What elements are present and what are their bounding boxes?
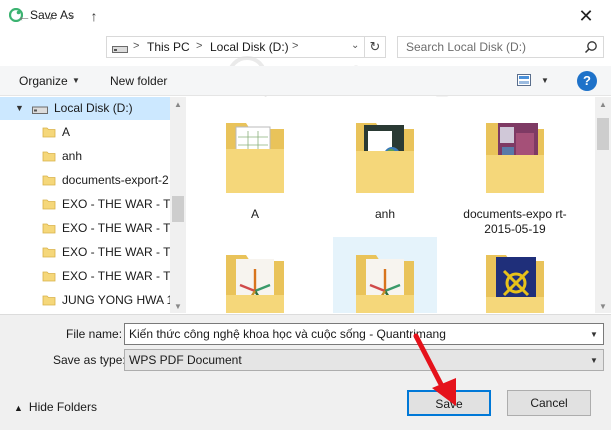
search-icon[interactable] bbox=[584, 40, 598, 54]
sidebar-item-folder[interactable]: EXO - THE WAR - TH bbox=[0, 241, 170, 264]
close-icon[interactable]: ✕ bbox=[566, 4, 606, 28]
help-icon[interactable]: ? bbox=[577, 71, 597, 91]
sidebar-item-label: documents-export-2 bbox=[62, 173, 169, 187]
folder-icon bbox=[42, 127, 56, 138]
cancel-button[interactable]: Cancel bbox=[507, 390, 591, 416]
sidebar-item-folder[interactable]: EXO - THE WAR - Th bbox=[0, 193, 170, 216]
address-dropdown-icon[interactable]: ⌄ bbox=[351, 40, 359, 51]
change-view-icon[interactable] bbox=[517, 74, 531, 86]
breadcrumb-separator: > bbox=[292, 40, 299, 52]
hide-folders-toggle[interactable]: ▲ Hide Folders bbox=[14, 400, 97, 414]
sidebar-item-local-disk[interactable]: ▼ Local Disk (D:) bbox=[0, 97, 170, 120]
sidebar-scroll-thumb[interactable] bbox=[172, 196, 184, 222]
folder-icon bbox=[42, 247, 56, 258]
new-folder-button[interactable]: New folder bbox=[110, 74, 167, 88]
folder-tile[interactable] bbox=[463, 237, 567, 313]
folder-label: documents-expo rt-2015-05-19 bbox=[463, 207, 567, 236]
file-list-scroll-thumb[interactable] bbox=[597, 118, 609, 150]
forward-arrow-icon[interactable]: → bbox=[40, 7, 56, 25]
scroll-up-arrow-icon[interactable]: ▲ bbox=[171, 100, 185, 109]
sidebar-item-label: Local Disk (D:) bbox=[54, 101, 133, 115]
folder-tile-anh[interactable]: anh bbox=[333, 105, 437, 225]
scroll-down-arrow-icon[interactable]: ▼ bbox=[171, 302, 185, 311]
scroll-down-arrow-icon[interactable]: ▼ bbox=[596, 302, 610, 311]
sidebar-item-label: JUNG YONG HWA 1! bbox=[62, 293, 170, 307]
expand-chevron-icon[interactable]: ▼ bbox=[15, 103, 24, 113]
folder-icon bbox=[42, 151, 56, 162]
drive-icon bbox=[32, 106, 48, 114]
organize-button[interactable]: Organize bbox=[19, 74, 68, 88]
save-as-type-label: Save as type: bbox=[53, 353, 126, 367]
sidebar-item-label: EXO - THE WAR - TH bbox=[62, 221, 170, 235]
search-placeholder: Search Local Disk (D:) bbox=[406, 40, 527, 54]
folder-icon bbox=[42, 175, 56, 186]
folder-icon bbox=[486, 123, 544, 193]
folder-tile-a[interactable]: A bbox=[203, 105, 307, 225]
folder-icon bbox=[486, 255, 544, 313]
folder-icon bbox=[42, 199, 56, 210]
folder-icon bbox=[356, 123, 414, 193]
folder-icon bbox=[226, 123, 284, 193]
pc-drive-icon bbox=[112, 46, 128, 53]
folder-icon bbox=[226, 255, 284, 313]
sidebar-item-label: A bbox=[62, 125, 71, 139]
save-button[interactable]: Save bbox=[407, 390, 491, 416]
sidebar-item-folder[interactable]: EXO - THE WAR - TH bbox=[0, 217, 170, 240]
file-name-label: File name: bbox=[66, 327, 123, 341]
breadcrumb-separator: > bbox=[133, 40, 140, 52]
sidebar-item-folder[interactable]: JUNG YONG HWA 1! bbox=[0, 289, 170, 312]
folder-tile[interactable] bbox=[203, 237, 307, 313]
folder-tile-documents-export[interactable]: documents-expo rt-2015-05-19 bbox=[463, 105, 567, 236]
folder-icon bbox=[42, 271, 56, 282]
recent-locations-icon[interactable]: ⌄ bbox=[64, 7, 80, 25]
sidebar-item-folder[interactable]: anh bbox=[0, 145, 170, 168]
navigation-pane: ▼ Local Disk (D:) A anh documents-export… bbox=[0, 97, 186, 313]
folder-tile[interactable] bbox=[333, 237, 437, 313]
folder-icon bbox=[42, 295, 56, 306]
folder-label: anh bbox=[374, 207, 396, 221]
file-name-input[interactable]: Kiến thức công nghệ khoa học và cuộc sốn… bbox=[124, 323, 604, 345]
organize-caret-icon[interactable]: ▼ bbox=[72, 76, 80, 85]
sidebar-item-label: anh bbox=[62, 149, 83, 163]
folder-icon bbox=[356, 255, 414, 313]
sidebar-item-folder[interactable]: A bbox=[0, 121, 170, 144]
sidebar-item-label: EXO - THE WAR - TH bbox=[62, 269, 170, 283]
hide-folders-label: Hide Folders bbox=[28, 400, 97, 414]
breadcrumb-separator: > bbox=[196, 40, 203, 52]
sidebar-item-folder[interactable]: EXO - THE WAR - TH bbox=[0, 265, 170, 288]
up-arrow-icon[interactable]: ↑ bbox=[86, 7, 102, 25]
folder-icon bbox=[42, 223, 56, 234]
sidebar-item-folder[interactable]: documents-export-2 bbox=[0, 169, 170, 192]
sidebar-item-label: EXO - THE WAR - TH bbox=[62, 245, 170, 259]
sidebar-item-label: EXO - THE WAR - Th bbox=[62, 197, 170, 211]
file-list-view: A anh documents-expo rt-2015-05-19 bbox=[186, 97, 595, 313]
chevron-up-icon: ▲ bbox=[14, 403, 23, 413]
back-arrow-icon[interactable]: ← bbox=[16, 7, 32, 25]
breadcrumb-this-pc[interactable]: This PC bbox=[147, 40, 190, 54]
view-caret-icon[interactable]: ▼ bbox=[541, 76, 549, 85]
save-type-dropdown-icon[interactable]: ▼ bbox=[590, 356, 598, 365]
breadcrumb-local-disk[interactable]: Local Disk (D:) bbox=[210, 40, 289, 54]
refresh-icon[interactable]: ↻ bbox=[364, 36, 386, 58]
scroll-up-arrow-icon[interactable]: ▲ bbox=[596, 100, 610, 109]
save-as-type-select[interactable]: WPS PDF Document bbox=[124, 349, 604, 371]
file-name-dropdown-icon[interactable]: ▼ bbox=[590, 330, 598, 339]
folder-label: A bbox=[250, 207, 259, 221]
